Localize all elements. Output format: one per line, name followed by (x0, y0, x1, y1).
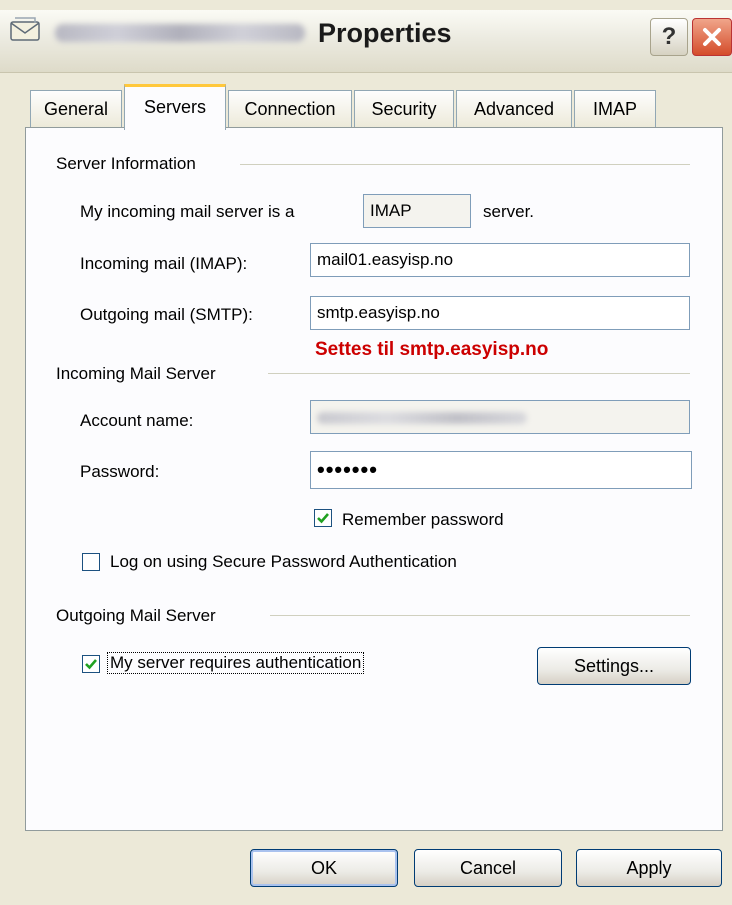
incoming-server-type: IMAP (363, 194, 471, 228)
cancel-button[interactable]: Cancel (414, 849, 562, 887)
checkmark-icon (85, 659, 97, 670)
password-label: Password: (80, 462, 160, 481)
incoming-mail-field[interactable]: mail01.easyisp.no (310, 243, 690, 277)
window-title: Properties (318, 18, 452, 48)
account-name-field[interactable] (310, 400, 690, 434)
incoming-type-suffix: server. (483, 202, 535, 221)
checkmark-icon (317, 513, 329, 524)
group-divider (270, 615, 690, 616)
auth-required-checkbox[interactable] (82, 655, 100, 673)
ok-button[interactable]: OK (250, 849, 398, 887)
settings-button[interactable]: Settings... (537, 647, 691, 685)
remember-password-checkbox[interactable] (314, 509, 332, 527)
tab-connection[interactable]: Connection (228, 90, 352, 128)
group-divider (240, 164, 690, 165)
close-button[interactable] (692, 18, 732, 56)
tab-imap[interactable]: IMAP (574, 90, 656, 128)
annotation-note: Settes til smtp.easyisp.no (315, 339, 549, 360)
password-field[interactable]: ••••••• (310, 451, 692, 489)
auth-required-label[interactable]: My server requires authentication (106, 652, 365, 674)
account-name-label: Account name: (80, 411, 194, 430)
mail-envelope-icon (8, 14, 42, 44)
account-name-blurred (55, 24, 305, 42)
help-button[interactable]: ? (650, 18, 688, 56)
group-incoming-mail-server: Incoming Mail Server (56, 364, 216, 383)
group-divider (268, 373, 690, 374)
tab-security[interactable]: Security (354, 90, 454, 128)
tab-advanced[interactable]: Advanced (456, 90, 572, 128)
close-icon (703, 28, 721, 46)
spa-label[interactable]: Log on using Secure Password Authenticat… (110, 552, 457, 572)
tab-servers[interactable]: Servers (124, 84, 226, 130)
apply-button[interactable]: Apply (576, 849, 722, 887)
incoming-type-prefix: My incoming mail server is a (80, 202, 295, 221)
spa-checkbox[interactable] (82, 553, 100, 571)
group-outgoing-mail-server: Outgoing Mail Server (56, 606, 216, 625)
outgoing-mail-label: Outgoing mail (SMTP): (80, 305, 253, 324)
account-name-blurred (317, 412, 527, 424)
outgoing-mail-field[interactable]: smtp.easyisp.no (310, 296, 690, 330)
group-server-information: Server Information (56, 154, 196, 173)
remember-password-label[interactable]: Remember password (342, 510, 504, 530)
tab-general[interactable]: General (30, 90, 122, 128)
incoming-mail-label: Incoming mail (IMAP): (80, 254, 248, 273)
